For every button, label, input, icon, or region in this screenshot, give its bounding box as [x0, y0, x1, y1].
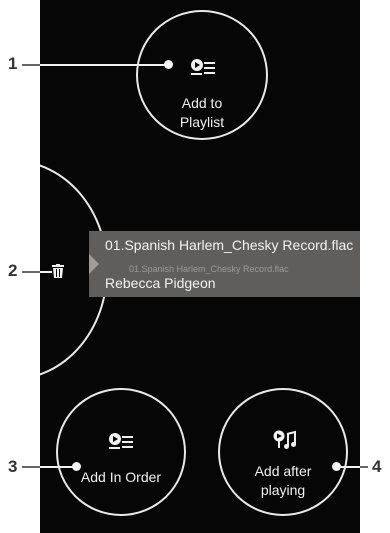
add-in-order-icon [109, 433, 133, 449]
add-to-playlist-label-line2: Playlist [179, 114, 225, 130]
callout-line-4 [338, 466, 360, 468]
callout-dot-3 [72, 462, 81, 471]
track-title: 01.Spanish Harlem_Chesky Record.flac [105, 237, 354, 253]
add-to-playlist-label-line1: Add to [181, 95, 223, 111]
callout-line-2-outer [22, 271, 40, 273]
callout-line-1 [40, 64, 167, 66]
add-after-playing-label-line1: Add after [254, 463, 312, 479]
add-after-playing-button[interactable]: Add after playing [218, 388, 348, 516]
callout-number-2: 2 [8, 261, 18, 280]
trash-icon [52, 264, 64, 278]
callout-dot-1 [164, 60, 173, 69]
add-to-playlist-icon [191, 59, 215, 75]
callout-line-2 [40, 271, 52, 273]
callout-number-3: 3 [8, 457, 18, 476]
drag-pointer-icon [89, 254, 99, 274]
add-to-playlist-button[interactable]: Add to Playlist [136, 10, 268, 140]
add-in-order-button[interactable]: Add In Order [56, 388, 186, 516]
callout-line-4-outer [360, 466, 368, 468]
add-after-playing-label-line2: playing [260, 482, 306, 498]
track-artist: Rebecca Pidgeon [105, 275, 216, 291]
play-next-icon [273, 430, 296, 449]
track-ghost-text: 01.Spanish Harlem_Chesky Record.flac [129, 264, 289, 274]
callout-number-4: 4 [372, 457, 382, 476]
callout-line-1-outer [22, 64, 40, 66]
callout-number-1: 1 [8, 54, 18, 73]
drag-action-screen: Add to Playlist 01.Spanish Harlem_Chesky… [40, 0, 360, 533]
callout-line-3-outer [22, 466, 40, 468]
dragged-track-card[interactable]: 01.Spanish Harlem_Chesky Record.flac 01.… [89, 231, 360, 297]
callout-line-3 [40, 466, 75, 468]
